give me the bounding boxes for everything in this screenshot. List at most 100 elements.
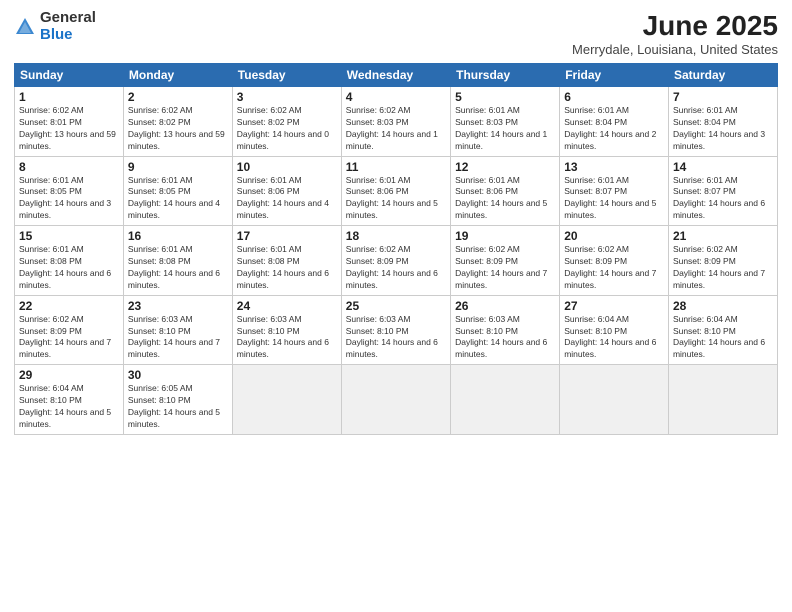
day-info: Sunrise: 6:02 AM Sunset: 8:09 PM Dayligh… [19,314,119,362]
calendar-cell: 29 Sunrise: 6:04 AM Sunset: 8:10 PM Dayl… [15,365,124,435]
sunset-label: Sunset: 8:09 PM [455,256,518,266]
sunrise-label: Sunrise: 6:03 AM [346,314,411,324]
sunrise-label: Sunrise: 6:05 AM [128,383,193,393]
calendar-cell: 23 Sunrise: 6:03 AM Sunset: 8:10 PM Dayl… [123,295,232,365]
col-header-thursday: Thursday [451,64,560,87]
calendar-cell: 25 Sunrise: 6:03 AM Sunset: 8:10 PM Dayl… [341,295,450,365]
daylight-label: Daylight: 13 hours and 59 minutes. [128,129,225,151]
daylight-label: Daylight: 13 hours and 59 minutes. [19,129,116,151]
day-number: 1 [19,90,119,104]
sunset-label: Sunset: 8:03 PM [455,117,518,127]
day-number: 26 [455,299,555,313]
daylight-label: Daylight: 14 hours and 0 minutes. [237,129,329,151]
sunrise-label: Sunrise: 6:02 AM [455,244,520,254]
daylight-label: Daylight: 14 hours and 6 minutes. [19,268,111,290]
calendar-cell: 4 Sunrise: 6:02 AM Sunset: 8:03 PM Dayli… [341,87,450,157]
sunrise-label: Sunrise: 6:01 AM [673,175,738,185]
day-info: Sunrise: 6:01 AM Sunset: 8:03 PM Dayligh… [455,105,555,153]
calendar-cell: 7 Sunrise: 6:01 AM Sunset: 8:04 PM Dayli… [668,87,777,157]
sunset-label: Sunset: 8:10 PM [346,326,409,336]
day-info: Sunrise: 6:01 AM Sunset: 8:07 PM Dayligh… [564,175,664,223]
day-number: 21 [673,229,773,243]
day-info: Sunrise: 6:01 AM Sunset: 8:08 PM Dayligh… [237,244,337,292]
day-number: 3 [237,90,337,104]
day-number: 17 [237,229,337,243]
day-info: Sunrise: 6:01 AM Sunset: 8:08 PM Dayligh… [128,244,228,292]
daylight-label: Daylight: 14 hours and 7 minutes. [455,268,547,290]
day-info: Sunrise: 6:02 AM Sunset: 8:02 PM Dayligh… [237,105,337,153]
day-info: Sunrise: 6:03 AM Sunset: 8:10 PM Dayligh… [128,314,228,362]
daylight-label: Daylight: 14 hours and 7 minutes. [128,337,220,359]
day-info: Sunrise: 6:03 AM Sunset: 8:10 PM Dayligh… [346,314,446,362]
day-info: Sunrise: 6:01 AM Sunset: 8:08 PM Dayligh… [19,244,119,292]
day-number: 20 [564,229,664,243]
sunset-label: Sunset: 8:10 PM [128,326,191,336]
col-header-saturday: Saturday [668,64,777,87]
sunrise-label: Sunrise: 6:01 AM [564,175,629,185]
sunset-label: Sunset: 8:03 PM [346,117,409,127]
calendar-header-row: SundayMondayTuesdayWednesdayThursdayFrid… [15,64,778,87]
col-header-friday: Friday [560,64,669,87]
sunset-label: Sunset: 8:08 PM [128,256,191,266]
daylight-label: Daylight: 14 hours and 2 minutes. [564,129,656,151]
daylight-label: Daylight: 14 hours and 6 minutes. [564,337,656,359]
sunset-label: Sunset: 8:08 PM [237,256,300,266]
day-info: Sunrise: 6:03 AM Sunset: 8:10 PM Dayligh… [237,314,337,362]
sunrise-label: Sunrise: 6:01 AM [237,244,302,254]
col-header-tuesday: Tuesday [232,64,341,87]
calendar-table: SundayMondayTuesdayWednesdayThursdayFrid… [14,63,778,435]
sunset-label: Sunset: 8:04 PM [564,117,627,127]
calendar-cell: 1 Sunrise: 6:02 AM Sunset: 8:01 PM Dayli… [15,87,124,157]
day-number: 6 [564,90,664,104]
calendar-cell: 12 Sunrise: 6:01 AM Sunset: 8:06 PM Dayl… [451,156,560,226]
sunset-label: Sunset: 8:07 PM [564,186,627,196]
sunrise-label: Sunrise: 6:03 AM [128,314,193,324]
calendar-cell: 11 Sunrise: 6:01 AM Sunset: 8:06 PM Dayl… [341,156,450,226]
calendar-week-row: 22 Sunrise: 6:02 AM Sunset: 8:09 PM Dayl… [15,295,778,365]
day-number: 5 [455,90,555,104]
calendar-cell [232,365,341,435]
sunset-label: Sunset: 8:02 PM [128,117,191,127]
day-info: Sunrise: 6:01 AM Sunset: 8:06 PM Dayligh… [346,175,446,223]
sunset-label: Sunset: 8:10 PM [237,326,300,336]
calendar-cell: 8 Sunrise: 6:01 AM Sunset: 8:05 PM Dayli… [15,156,124,226]
day-info: Sunrise: 6:01 AM Sunset: 8:04 PM Dayligh… [564,105,664,153]
title-block: June 2025 Merrydale, Louisiana, United S… [572,10,778,57]
daylight-label: Daylight: 14 hours and 6 minutes. [455,337,547,359]
sunrise-label: Sunrise: 6:01 AM [455,105,520,115]
sunrise-label: Sunrise: 6:01 AM [128,175,193,185]
day-info: Sunrise: 6:01 AM Sunset: 8:06 PM Dayligh… [455,175,555,223]
day-number: 4 [346,90,446,104]
daylight-label: Daylight: 14 hours and 5 minutes. [455,198,547,220]
calendar-cell: 10 Sunrise: 6:01 AM Sunset: 8:06 PM Dayl… [232,156,341,226]
sunset-label: Sunset: 8:10 PM [128,395,191,405]
daylight-label: Daylight: 14 hours and 3 minutes. [673,129,765,151]
calendar-cell: 5 Sunrise: 6:01 AM Sunset: 8:03 PM Dayli… [451,87,560,157]
day-number: 12 [455,160,555,174]
calendar-week-row: 1 Sunrise: 6:02 AM Sunset: 8:01 PM Dayli… [15,87,778,157]
day-info: Sunrise: 6:01 AM Sunset: 8:05 PM Dayligh… [128,175,228,223]
sunrise-label: Sunrise: 6:01 AM [455,175,520,185]
calendar-cell [451,365,560,435]
day-info: Sunrise: 6:03 AM Sunset: 8:10 PM Dayligh… [455,314,555,362]
calendar-cell: 28 Sunrise: 6:04 AM Sunset: 8:10 PM Dayl… [668,295,777,365]
day-info: Sunrise: 6:02 AM Sunset: 8:01 PM Dayligh… [19,105,119,153]
sunrise-label: Sunrise: 6:02 AM [564,244,629,254]
sunrise-label: Sunrise: 6:01 AM [19,175,84,185]
day-info: Sunrise: 6:02 AM Sunset: 8:02 PM Dayligh… [128,105,228,153]
calendar-cell: 20 Sunrise: 6:02 AM Sunset: 8:09 PM Dayl… [560,226,669,296]
col-header-sunday: Sunday [15,64,124,87]
sunset-label: Sunset: 8:10 PM [19,395,82,405]
sunset-label: Sunset: 8:05 PM [128,186,191,196]
daylight-label: Daylight: 14 hours and 6 minutes. [128,268,220,290]
sunrise-label: Sunrise: 6:02 AM [346,244,411,254]
daylight-label: Daylight: 14 hours and 5 minutes. [564,198,656,220]
daylight-label: Daylight: 14 hours and 6 minutes. [673,198,765,220]
day-info: Sunrise: 6:04 AM Sunset: 8:10 PM Dayligh… [19,383,119,431]
day-number: 9 [128,160,228,174]
day-number: 11 [346,160,446,174]
day-number: 2 [128,90,228,104]
calendar-cell: 3 Sunrise: 6:02 AM Sunset: 8:02 PM Dayli… [232,87,341,157]
sunrise-label: Sunrise: 6:01 AM [19,244,84,254]
calendar-cell: 24 Sunrise: 6:03 AM Sunset: 8:10 PM Dayl… [232,295,341,365]
